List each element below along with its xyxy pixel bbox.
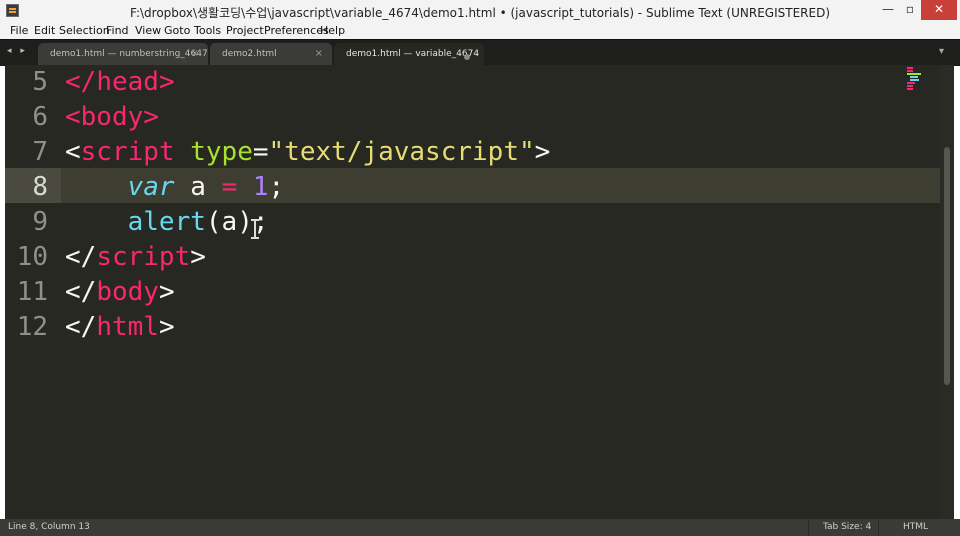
tab-dropdown-icon[interactable]: ▾ [939,46,944,57]
line-number: 8 [32,172,48,202]
line-code: </html> [65,310,175,345]
line-number: 11 [16,277,48,307]
code-token: var [127,172,175,202]
code-line[interactable]: 5 </head> [5,65,905,100]
status-divider [808,519,809,536]
menu-preferences[interactable]: Preferences [264,24,329,37]
menu-project[interactable]: Project [226,24,264,37]
line-number: 5 [32,67,48,97]
code-line[interactable]: 12 </html> [5,310,905,345]
code-line[interactable]: 6 <body> [5,100,905,135]
code-token: (a); [205,207,269,237]
code-token: body [96,277,159,307]
menu-goto[interactable]: Goto [164,24,190,37]
maximize-button[interactable]: ▫ [899,0,921,20]
code-token: ; [268,172,285,202]
code-token: < [65,102,81,132]
code-token: > [158,277,175,307]
menu-edit[interactable]: Edit [34,24,55,37]
menu-selection[interactable]: Selection [59,24,110,37]
tab-label: demo1.html — numberstring_4647 [50,49,208,59]
line-code: <script type="text/javascript"> [65,135,550,170]
close-window-button[interactable]: ✕ [921,0,957,20]
code-token: > [158,67,175,97]
vertical-scrollbar[interactable] [940,65,954,519]
code-line[interactable]: 10 </script> [5,240,905,275]
tab-nav-arrows-icon[interactable]: ◂ ▸ [7,46,28,56]
menu-find[interactable]: Find [106,24,129,37]
modified-dot-icon[interactable] [464,54,470,60]
tab-close-icon[interactable]: × [315,48,323,59]
tab-demo1-numberstring[interactable]: demo1.html — numberstring_4647 × [38,43,208,66]
minimize-button[interactable]: — [877,0,899,20]
code-token: type [190,137,253,167]
code-token: script [80,137,175,167]
tab-bar: ◂ ▸ demo1.html — numberstring_4647 × dem… [0,39,960,66]
line-code: </head> [65,65,175,100]
code-token: 1 [252,172,269,202]
code-token: < [65,137,81,167]
code-line[interactable]: 9 alert(a); [5,205,905,240]
code-token: </ [65,277,97,307]
minimap[interactable] [905,65,939,95]
code-line[interactable]: 8 var a = 1; [5,170,905,205]
line-code: </body> [65,275,175,310]
line-code: var a = 1; [65,170,285,205]
code-token: </ [65,67,97,97]
tab-size-indicator[interactable]: Tab Size: 4 [823,522,871,532]
code-token: a [174,172,222,202]
code-token: </ [65,312,97,342]
menu-help[interactable]: Help [320,24,345,37]
text-cursor-icon [251,219,259,239]
code-token: = [252,137,269,167]
code-editor[interactable]: 5 </head> 6 <body> 7 <script type="text/javas… [5,65,940,519]
line-code: </script> [65,240,206,275]
scrollbar-thumb[interactable] [944,147,950,385]
line-number: 9 [32,207,48,237]
code-token: html [96,312,159,342]
status-divider [878,519,879,536]
cursor-position: Line 8, Column 13 [8,522,90,532]
line-code: alert(a); [65,205,269,240]
line-number: 7 [32,137,48,167]
menu-bar: File Edit Selection Find View Goto Tools… [0,22,960,39]
code-token: > [534,137,551,167]
window-title: F:\dropbox\생활코딩\수업\javascript\variable_4… [129,6,831,20]
title-bar: F:\dropbox\생활코딩\수업\javascript\variable_4… [0,0,960,22]
code-token: body [80,102,144,132]
tab-demo2[interactable]: demo2.html × [210,43,332,66]
status-bar: Line 8, Column 13 Tab Size: 4 HTML [0,519,960,536]
menu-tools[interactable]: Tools [194,24,221,37]
code-token: </ [65,242,97,272]
code-token: alert [127,207,206,237]
code-token: script [96,242,191,272]
line-number: 12 [16,312,48,342]
code-token: > [143,102,159,132]
code-line[interactable]: 7 <script type="text/javascript"> [5,135,905,170]
line-code: <body> [65,100,159,135]
tab-label: demo2.html [222,49,277,59]
code-token: > [190,242,206,272]
code-token: head [96,67,159,97]
tab-demo1-variable[interactable]: demo1.html — variable_4674 [334,43,484,66]
code-line[interactable]: 11 </body> [5,275,905,310]
code-token: > [158,312,175,342]
line-number: 6 [32,102,48,132]
tab-close-icon[interactable]: × [191,48,199,59]
syntax-indicator[interactable]: HTML [903,522,928,532]
menu-view[interactable]: View [135,24,161,37]
tab-label: demo1.html — variable_4674 [346,49,480,59]
code-token: = [221,172,238,202]
menu-file[interactable]: File [10,24,28,37]
line-number: 10 [16,242,48,272]
code-token: "text/javascript" [268,137,535,167]
